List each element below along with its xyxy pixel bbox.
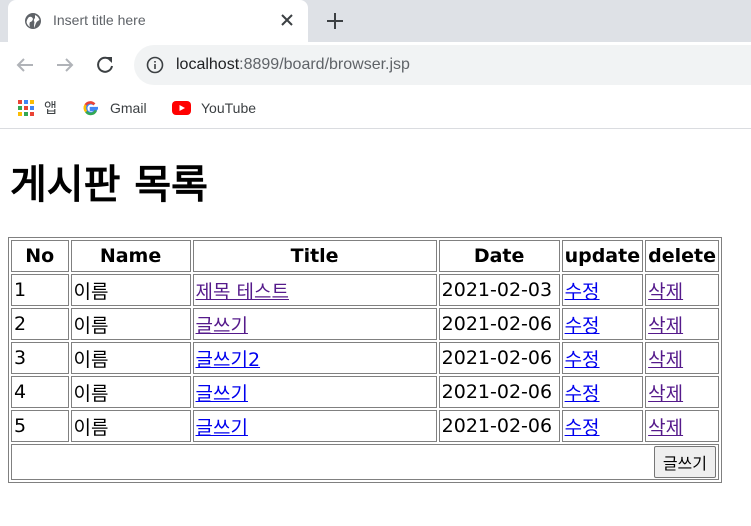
cell-delete: 삭제 [645, 308, 719, 340]
page-title: 게시판 목록 [10, 162, 208, 208]
cell-title: 글쓰기 [192, 308, 437, 340]
delete-link[interactable]: 삭제 [648, 417, 683, 439]
cell-no: 1 [11, 274, 69, 306]
url-path: :8899/board/browser.jsp [239, 56, 410, 73]
youtube-icon [172, 101, 191, 115]
write-button[interactable]: 글쓰기 [653, 446, 716, 478]
cell-update: 수정 [561, 274, 644, 306]
info-icon[interactable] [146, 56, 164, 74]
tab-strip: Insert title here [0, 0, 751, 42]
table-row: 4 이름 글쓰기 2021-02-06 수정 삭제 [11, 376, 719, 408]
back-arrow-icon[interactable] [14, 54, 36, 76]
cell-date: 2021-02-03 [438, 274, 560, 306]
cell-date: 2021-02-06 [438, 342, 560, 374]
cell-delete: 삭제 [645, 274, 719, 306]
column-header-date: Date [438, 240, 560, 272]
apps-grid-icon [18, 100, 34, 116]
update-link[interactable]: 수정 [565, 383, 600, 405]
cell-name: 이름 [70, 410, 191, 442]
address-bar[interactable]: localhost:8899/board/browser.jsp [134, 45, 751, 85]
cell-update: 수정 [561, 410, 644, 442]
delete-link[interactable]: 삭제 [648, 349, 683, 371]
cell-update: 수정 [561, 308, 644, 340]
delete-link[interactable]: 삭제 [648, 315, 683, 337]
browser-tab[interactable]: Insert title here [8, 0, 308, 42]
cell-name: 이름 [70, 308, 191, 340]
table-row: 1 이름 제목 테스트 2021-02-03 수정 삭제 [11, 274, 719, 306]
tab-title: Insert title here [53, 12, 146, 28]
page-content: 게시판 목록 No Name Title Date update delete … [0, 129, 751, 526]
cell-delete: 삭제 [645, 342, 719, 374]
table-header-row: No Name Title Date update delete [11, 240, 719, 272]
cell-title: 제목 테스트 [192, 274, 437, 306]
post-title-link[interactable]: 글쓰기2 [196, 349, 261, 371]
column-header-title: Title [192, 240, 437, 272]
browser-toolbar: localhost:8899/board/browser.jsp [0, 42, 751, 88]
bookmark-label: YouTube [201, 100, 257, 116]
cell-date: 2021-02-06 [438, 308, 560, 340]
globe-icon [25, 13, 41, 29]
bookmark-label: Gmail [110, 100, 147, 116]
table-row: 5 이름 글쓰기 2021-02-06 수정 삭제 [11, 410, 719, 442]
cell-date: 2021-02-06 [438, 376, 560, 408]
update-link[interactable]: 수정 [565, 349, 600, 371]
cell-no: 5 [11, 410, 69, 442]
bookmark-gmail[interactable]: Gmail [82, 97, 147, 119]
cell-delete: 삭제 [645, 410, 719, 442]
table-footer-row: 글쓰기 [11, 444, 719, 480]
bookmark-label: 앱 [44, 101, 57, 117]
cell-update: 수정 [561, 376, 644, 408]
url-text[interactable]: localhost:8899/board/browser.jsp [176, 56, 410, 74]
update-link[interactable]: 수정 [565, 281, 600, 303]
bookmark-apps[interactable]: 앱 [18, 97, 57, 119]
table-row: 2 이름 글쓰기 2021-02-06 수정 삭제 [11, 308, 719, 340]
cell-delete: 삭제 [645, 376, 719, 408]
cell-no: 4 [11, 376, 69, 408]
post-title-link[interactable]: 제목 테스트 [196, 281, 289, 303]
cell-title: 글쓰기 [192, 410, 437, 442]
board-table: No Name Title Date update delete 1 이름 제목… [8, 237, 722, 483]
column-header-no: No [11, 240, 69, 272]
google-g-icon [83, 101, 98, 116]
cell-name: 이름 [70, 342, 191, 374]
column-header-delete: delete [645, 240, 719, 272]
post-title-link[interactable]: 글쓰기 [196, 383, 248, 405]
column-header-name: Name [70, 240, 191, 272]
reload-icon[interactable] [94, 54, 116, 76]
forward-arrow-icon[interactable] [54, 54, 76, 76]
column-header-update: update [561, 240, 644, 272]
update-link[interactable]: 수정 [565, 417, 600, 439]
plus-icon[interactable] [324, 10, 346, 32]
close-icon[interactable] [278, 11, 296, 29]
delete-link[interactable]: 삭제 [648, 281, 683, 303]
bookmark-youtube[interactable]: YouTube [172, 97, 256, 119]
url-host: localhost [176, 56, 240, 73]
cell-title: 글쓰기2 [192, 342, 437, 374]
write-cell: 글쓰기 [11, 444, 719, 480]
cell-title: 글쓰기 [192, 376, 437, 408]
post-title-link[interactable]: 글쓰기 [196, 417, 248, 439]
cell-date: 2021-02-06 [438, 410, 560, 442]
table-row: 3 이름 글쓰기2 2021-02-06 수정 삭제 [11, 342, 719, 374]
cell-name: 이름 [70, 376, 191, 408]
cell-update: 수정 [561, 342, 644, 374]
post-title-link[interactable]: 글쓰기 [196, 315, 248, 337]
cell-no: 3 [11, 342, 69, 374]
cell-no: 2 [11, 308, 69, 340]
delete-link[interactable]: 삭제 [648, 383, 683, 405]
cell-name: 이름 [70, 274, 191, 306]
bookmarks-bar: 앱 Gmail YouTube [0, 88, 751, 129]
update-link[interactable]: 수정 [565, 315, 600, 337]
